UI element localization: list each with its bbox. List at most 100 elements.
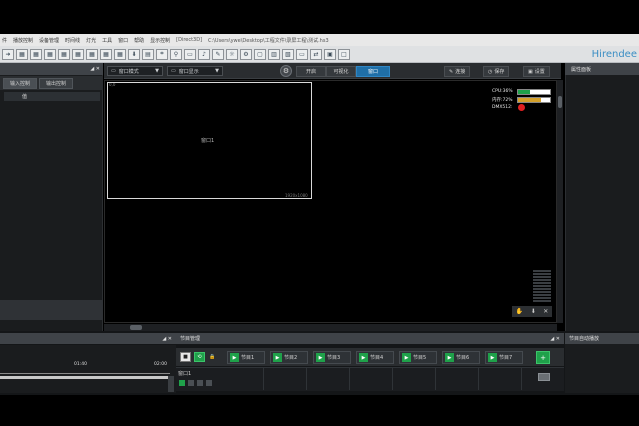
program-button[interactable]: ▶ 节目5 [399, 351, 437, 364]
horizontal-scroll-thumb[interactable] [130, 325, 142, 330]
menu-item-display[interactable]: 显示控制 [150, 37, 170, 44]
save-icon[interactable]: ▣ [324, 48, 336, 60]
settings-button[interactable]: ▣ 设置 [523, 66, 550, 77]
program-title: 节目管理 [180, 336, 201, 342]
display-mode-dropdown[interactable]: ▭ 窗口显示 ▼ [167, 66, 223, 76]
play-icon: ▶ [230, 353, 239, 362]
menu-item-timeline[interactable]: 时间线 [65, 37, 80, 44]
program-cell[interactable] [480, 368, 522, 390]
speaker-icon[interactable]: ♪ [198, 48, 210, 60]
program-button[interactable]: ▶ 节目6 [442, 351, 480, 364]
hand-icon[interactable]: ✋ [516, 308, 523, 315]
program-label: 节目4 [370, 355, 384, 361]
chevron-down-icon: ▼ [215, 68, 219, 74]
grid-icon[interactable]: ▦ [30, 48, 42, 60]
download-icon[interactable]: ⬇ [128, 48, 140, 60]
play-icon: ▶ [316, 353, 325, 362]
pin-icon[interactable]: ◢ ✕ [162, 336, 172, 342]
frame-icon[interactable]: ▢ [254, 48, 266, 60]
program-label: 节目3 [327, 355, 341, 361]
memory-meter-fill [518, 98, 542, 102]
menu-item-device[interactable]: 设备管理 [39, 37, 59, 44]
link-icon: ✎ [449, 68, 454, 75]
timeline-track[interactable] [0, 376, 170, 379]
menu-item-help[interactable]: 帮助 [134, 37, 144, 44]
left-panel-row[interactable]: 值 [4, 92, 100, 101]
program-cell[interactable] [394, 368, 436, 390]
timeline-tick: 01:40 [74, 362, 87, 367]
level-segment [533, 288, 551, 290]
program-cell[interactable] [351, 368, 393, 390]
menu-item-file[interactable]: 件 [2, 37, 7, 44]
menu-item-window[interactable]: 窗口 [118, 37, 128, 44]
arrow-right-icon[interactable]: ➜ [2, 48, 14, 60]
level-segment [533, 276, 551, 278]
program-button[interactable]: ▶ 节目7 [485, 351, 523, 364]
add-program-button[interactable]: + [536, 351, 550, 364]
program-button[interactable]: ▶ 节目1 [227, 351, 265, 364]
program-cell[interactable] [222, 368, 264, 390]
eye-icon[interactable] [197, 380, 203, 386]
menu-item-light[interactable]: 灯光 [86, 37, 96, 44]
stop-button[interactable]: ■ [180, 352, 191, 362]
tab-output-control[interactable]: 输出控制 [39, 77, 74, 89]
grid-icon[interactable]: ▦ [100, 48, 112, 60]
program-button[interactable]: ▶ 节目4 [356, 351, 394, 364]
right-panel [565, 63, 639, 331]
pin-icon[interactable]: ◢ ✕ [90, 66, 100, 72]
program-label: 节目5 [413, 355, 427, 361]
grid-icon[interactable]: ▦ [44, 48, 56, 60]
grid-icon[interactable]: ▦ [86, 48, 98, 60]
menu-item-tools[interactable]: 工具 [102, 37, 112, 44]
grid-icon[interactable]: ▦ [16, 48, 28, 60]
light-icon[interactable]: ☼ [226, 48, 238, 60]
pen-icon[interactable]: ✎ [212, 48, 224, 60]
renderer-label: [Direct3D] [176, 37, 203, 43]
horizontal-scrollbar[interactable] [104, 324, 557, 331]
lock-icon[interactable] [206, 380, 212, 386]
program-cell[interactable] [308, 368, 350, 390]
menu-item-playback[interactable]: 播放控制 [13, 37, 33, 44]
table-icon[interactable]: ▥ [268, 48, 280, 60]
program-button[interactable]: ▶ 节目3 [313, 351, 351, 364]
window-preview-label: 窗口1 [201, 138, 215, 144]
tab-input-control[interactable]: 输入控制 [3, 77, 38, 89]
window-icon[interactable]: □ [338, 48, 350, 60]
program-label: 节目6 [456, 355, 470, 361]
timeline-scrollbar[interactable] [168, 376, 174, 392]
vertical-scrollbar[interactable] [557, 80, 563, 323]
segment-window[interactable]: 窗口 [356, 66, 390, 77]
pin-icon[interactable]: ◢ ✕ [550, 336, 560, 342]
menu-bar: 件 播放控制 设备管理 时间线 灯光 工具 窗口 帮助 显示控制 [Direct… [0, 34, 639, 46]
screen-icon[interactable]: ▭ [184, 48, 196, 60]
cell-action-button[interactable] [538, 373, 550, 381]
connect-button[interactable]: ✎ 连接 [444, 66, 471, 77]
save-button[interactable]: ◷ 保存 [483, 66, 510, 77]
monitor-icon[interactable]: ▭ [296, 48, 308, 60]
close-icon[interactable]: ✕ [543, 308, 548, 315]
grid-icon[interactable]: ▦ [72, 48, 84, 60]
program-label: 节目7 [499, 355, 513, 361]
loop-button[interactable]: ⟲ [194, 352, 205, 362]
program-cell[interactable] [437, 368, 479, 390]
layer-visible-icon[interactable] [179, 380, 185, 386]
segment-open[interactable]: 开启 [296, 66, 326, 77]
search-icon[interactable]: ⚲ [170, 48, 182, 60]
download-icon[interactable]: ⬇ [531, 308, 536, 315]
lock-icon[interactable]: 🔒 [207, 352, 218, 362]
gear-icon[interactable]: ⚙ [280, 65, 292, 77]
chart-icon[interactable]: ▧ [282, 48, 294, 60]
output-mode-dropdown[interactable]: ▭ 窗口模式 ▼ [107, 66, 163, 76]
speaker-icon[interactable] [188, 380, 194, 386]
layers-icon[interactable]: ▤ [142, 48, 154, 60]
vertical-scroll-thumb[interactable] [558, 96, 562, 108]
crop-icon[interactable]: ⌗ [156, 48, 168, 60]
program-button[interactable]: ▶ 节目2 [270, 351, 308, 364]
connect-icon[interactable]: ⇄ [310, 48, 322, 60]
gear-icon[interactable]: ⚙ [240, 48, 252, 60]
segment-visualize[interactable]: 可视化 [326, 66, 356, 77]
level-segment [533, 273, 551, 275]
grid-icon[interactable]: ▦ [58, 48, 70, 60]
program-cell[interactable] [265, 368, 307, 390]
grid-icon[interactable]: ▦ [114, 48, 126, 60]
